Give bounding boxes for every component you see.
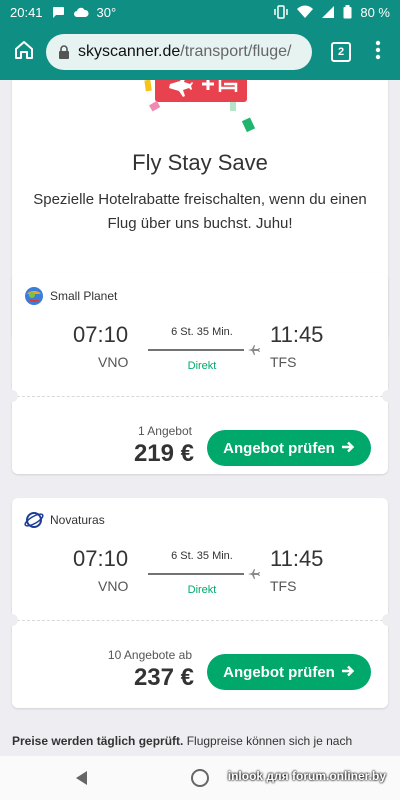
stops-label: Direkt xyxy=(187,584,217,596)
confetti-pink xyxy=(149,100,161,112)
message-icon xyxy=(51,5,65,19)
flight-details[interactable]: Novaturas 07:10 VNO 6 St. 35 Min. Direkt… xyxy=(12,498,388,620)
status-time: 20:41 xyxy=(10,4,43,20)
home-nav-button[interactable] xyxy=(188,766,212,790)
airline-info: Novaturas xyxy=(24,510,105,530)
url-path: /transport/fluge/ xyxy=(180,43,292,60)
tabs-count: 2 xyxy=(331,42,351,62)
disclaimer-rest: Flugpreise können sich je nach xyxy=(183,734,353,748)
tabs-button[interactable]: 2 xyxy=(324,35,358,69)
card-notch-right xyxy=(382,614,394,626)
arrival-time: 11:45 xyxy=(270,546,324,571)
flight-result-card[interactable]: Small Planet 07:10 VNO 6 St. 35 Min. Dir… xyxy=(6,274,394,474)
back-button[interactable] xyxy=(70,766,94,790)
plane-icon xyxy=(248,345,260,355)
status-temperature: 30° xyxy=(96,4,117,20)
page-content: Fly Stay Save Spezielle Hotelrabatte fre… xyxy=(0,80,400,756)
url-host: skyscanner.de xyxy=(78,43,181,60)
wifi-icon xyxy=(297,5,314,19)
stops-label: Direkt xyxy=(187,360,217,372)
check-offer-label: Angebot prüfen xyxy=(223,439,335,457)
departure-airport: VNO xyxy=(98,354,129,370)
confetti-yellow xyxy=(144,80,152,92)
arrival-airport: TFS xyxy=(270,354,297,370)
confetti-green xyxy=(241,117,256,133)
departure-airport: VNO xyxy=(98,578,129,594)
back-triangle-icon xyxy=(76,771,87,785)
price-disclaimer: Preise werden täglich geprüft. Flugpreis… xyxy=(12,734,388,748)
more-vert-icon xyxy=(375,40,381,65)
check-offer-label: Angebot prüfen xyxy=(223,663,335,681)
card-notch-right xyxy=(382,390,394,402)
route-line xyxy=(148,569,260,579)
plane-icon xyxy=(248,569,260,579)
arrival-time: 11:45 xyxy=(270,322,324,347)
promo-illustration xyxy=(144,80,256,133)
departure-time: 07:10 xyxy=(73,546,129,571)
airline-info: Small Planet xyxy=(24,286,117,306)
novaturas-logo xyxy=(24,512,44,528)
check-offer-button[interactable]: Angebot prüfen xyxy=(207,430,371,466)
overflow-menu-button[interactable] xyxy=(364,35,392,69)
cloud-icon xyxy=(73,6,89,18)
disclaimer-bold: Preise werden täglich geprüft. xyxy=(12,734,184,748)
watermark: inlook для forum.onliner.by xyxy=(227,769,386,783)
small-planet-logo xyxy=(25,287,43,305)
status-bar: 20:41 30° 80 % xyxy=(0,0,400,24)
home-circle-icon xyxy=(191,769,209,787)
price: 219 € xyxy=(133,440,194,467)
vibrate-icon xyxy=(273,5,289,19)
airline-name: Novaturas xyxy=(50,513,105,527)
flight-details[interactable]: Small Planet 07:10 VNO 6 St. 35 Min. Dir… xyxy=(12,274,388,396)
promo-title: Fly Stay Save xyxy=(132,150,268,175)
card-divider xyxy=(12,396,388,397)
status-battery: 80 % xyxy=(360,4,390,20)
airline-name: Small Planet xyxy=(50,289,118,303)
lock-icon xyxy=(58,45,70,59)
price: 237 € xyxy=(133,664,194,691)
card-notch-left xyxy=(6,390,18,402)
battery-icon xyxy=(343,5,352,19)
check-offer-button[interactable]: Angebot prüfen xyxy=(207,654,371,690)
card-divider xyxy=(12,620,388,621)
address-bar[interactable]: skyscanner.de/transport/fluge/ xyxy=(46,34,312,70)
signal-icon xyxy=(321,5,335,19)
browser-toolbar: skyscanner.de/transport/fluge/ 2 xyxy=(0,24,400,80)
arrow-right-icon xyxy=(341,664,355,681)
offers-count: 1 Angebot xyxy=(137,424,192,438)
offers-count: 10 Angebote ab xyxy=(107,648,192,662)
home-button[interactable] xyxy=(8,36,40,68)
arrival-airport: TFS xyxy=(270,578,297,594)
arrow-right-icon xyxy=(341,440,355,457)
flight-duration: 6 St. 35 Min. xyxy=(171,326,233,338)
promo-text: Spezielle Hotelrabatte freischalten, wen… xyxy=(33,191,367,232)
flight-duration: 6 St. 35 Min. xyxy=(171,550,233,562)
home-icon xyxy=(13,39,35,66)
departure-time: 07:10 xyxy=(73,322,129,347)
confetti-mint xyxy=(230,102,236,111)
system-nav-bar: inlook для forum.onliner.by xyxy=(0,756,400,800)
route-line xyxy=(148,345,260,355)
card-notch-left xyxy=(6,614,18,626)
flight-result-card[interactable]: Novaturas 07:10 VNO 6 St. 35 Min. Direkt… xyxy=(6,498,394,708)
